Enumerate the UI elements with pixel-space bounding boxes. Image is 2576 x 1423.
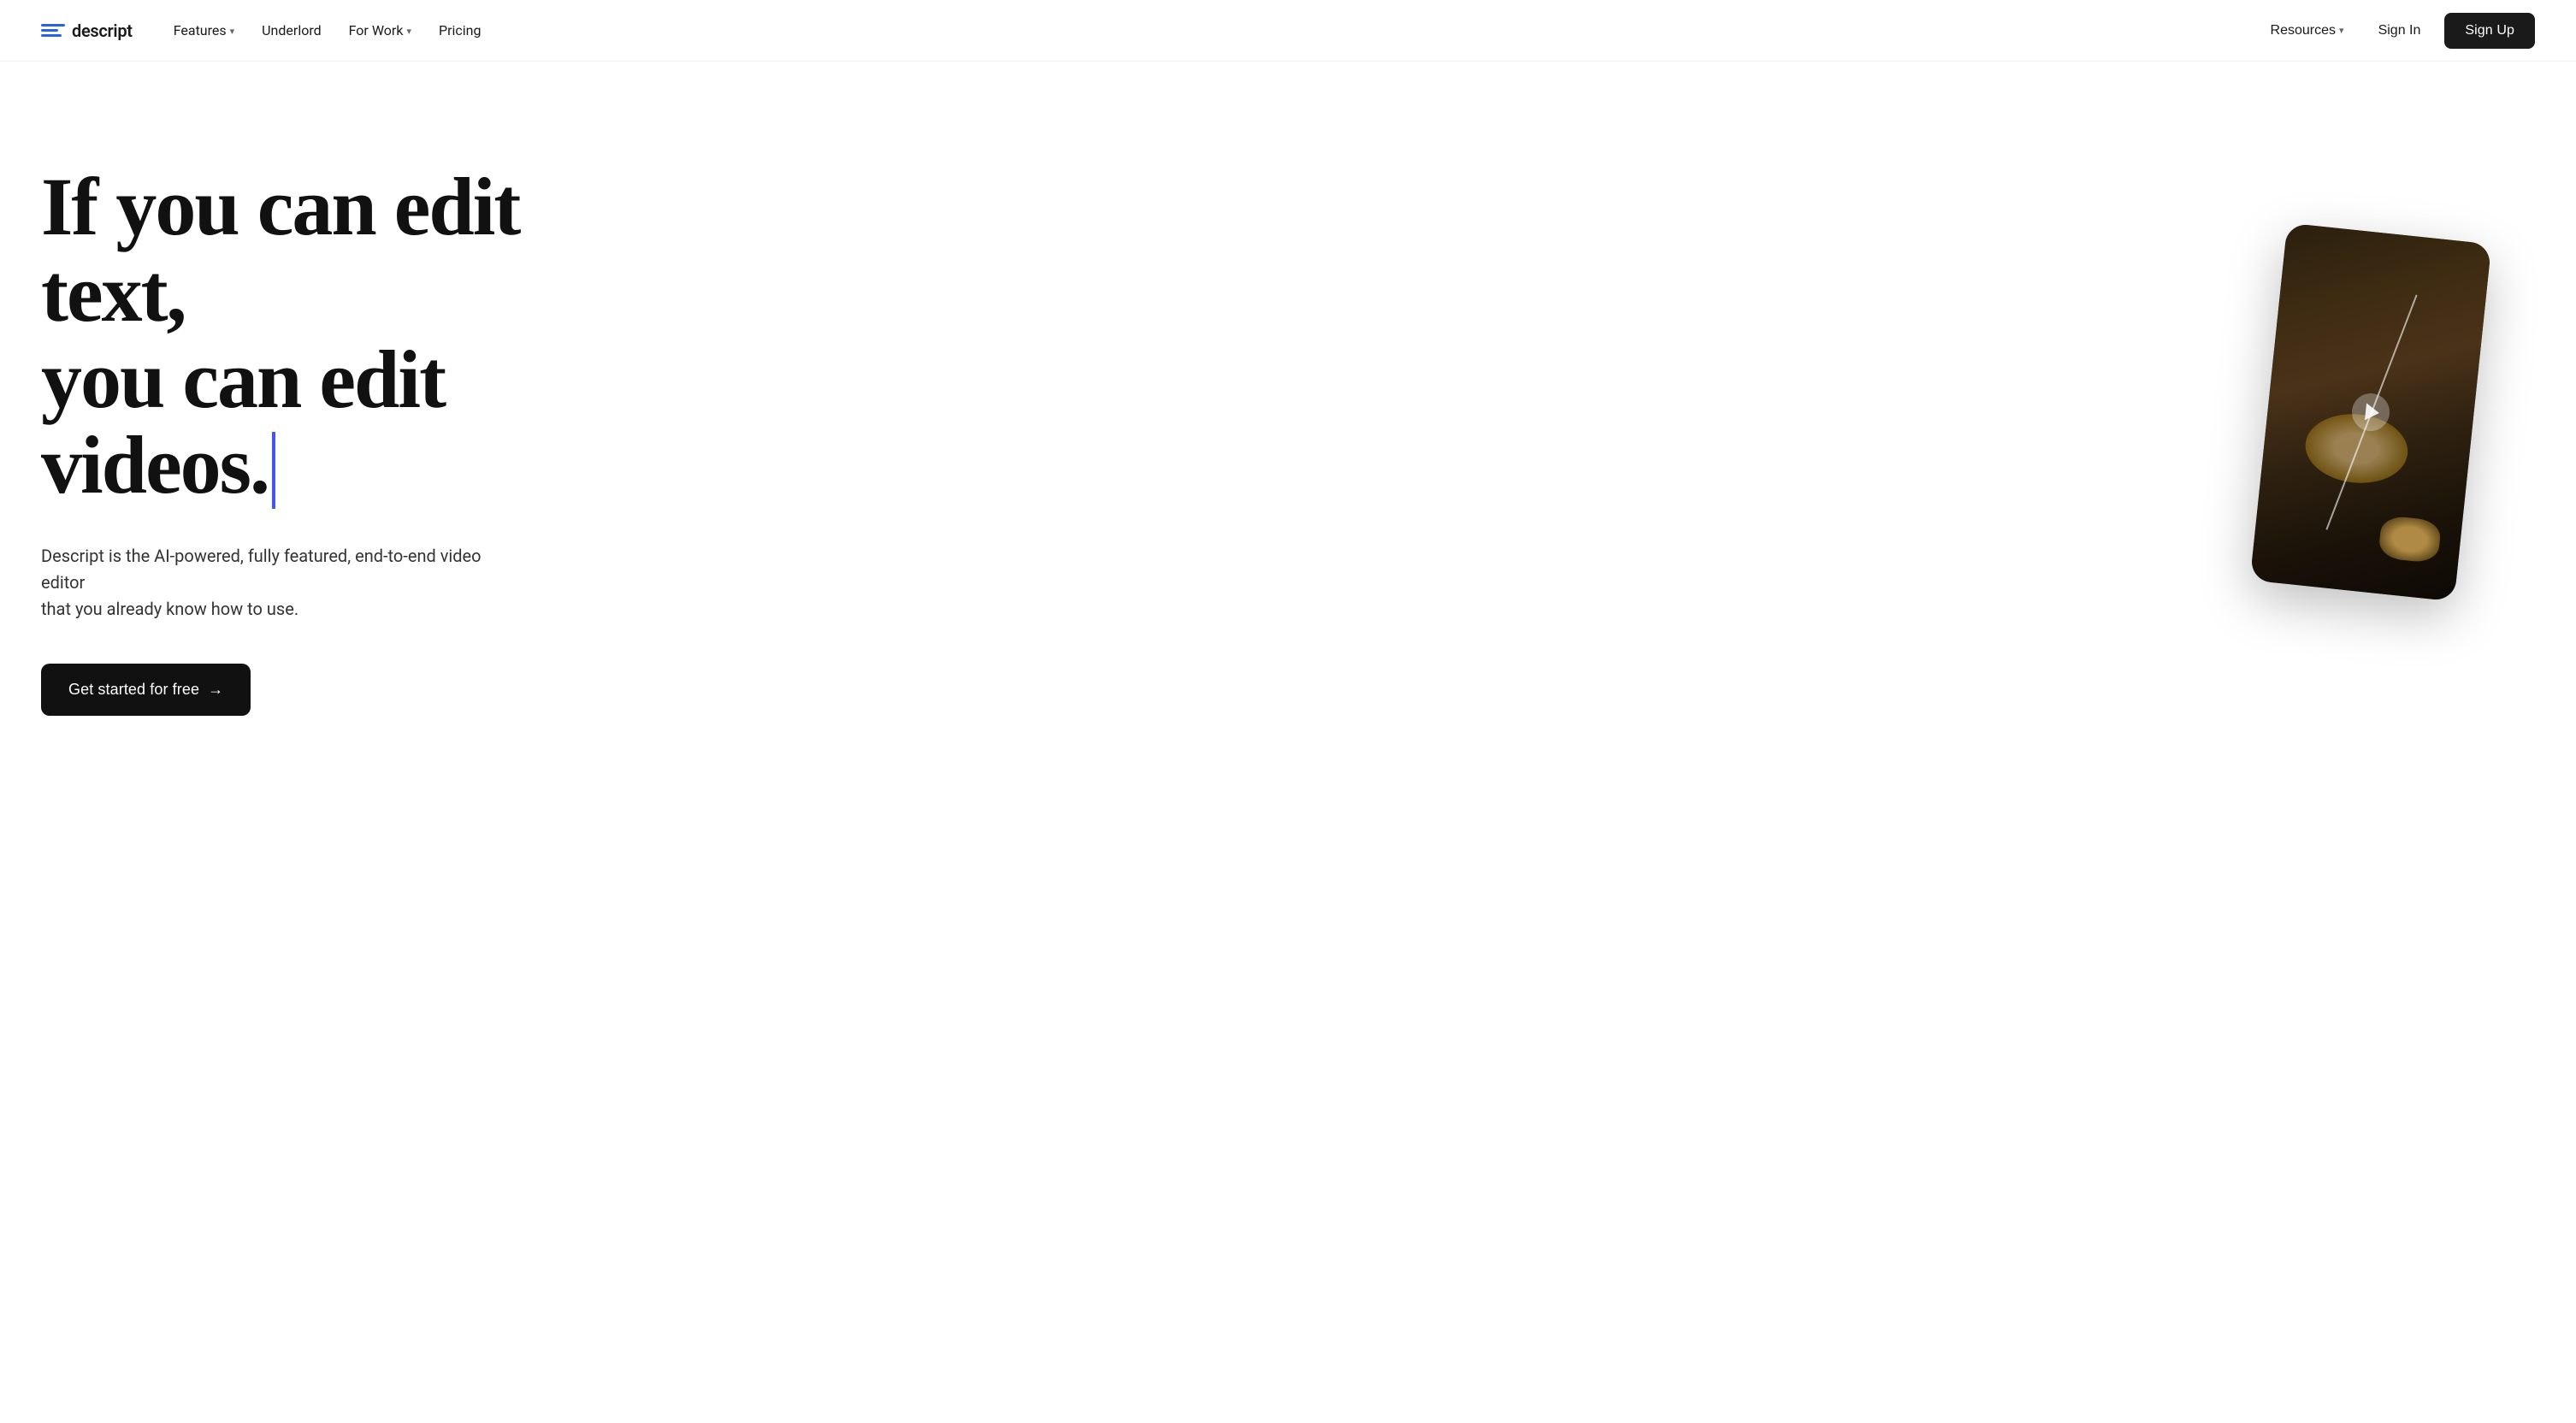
phone-mockup — [2250, 223, 2492, 602]
nav-item-features[interactable]: Features ▾ — [163, 15, 245, 45]
hero-right-visual — [2268, 233, 2508, 592]
hero-section: If you can edit text, you can edit video… — [0, 62, 2576, 1423]
signup-button[interactable]: Sign Up — [2444, 13, 2535, 49]
nav-left: descript Features ▾ Underlord For Work ▾… — [41, 15, 491, 45]
chevron-down-icon: ▾ — [2339, 25, 2344, 36]
nav-right: Resources ▾ Sign In Sign Up — [2260, 13, 2535, 49]
nav-item-for-work[interactable]: For Work ▾ — [339, 15, 422, 45]
logo-text: descript — [72, 21, 133, 41]
nav-item-pricing[interactable]: Pricing — [428, 15, 492, 45]
signin-button[interactable]: Sign In — [2361, 15, 2438, 47]
hero-content: If you can edit text, you can edit video… — [41, 130, 640, 716]
logo-icon — [41, 24, 65, 37]
hero-heading: If you can edit text, you can edit video… — [41, 164, 640, 512]
resources-button[interactable]: Resources ▾ — [2260, 16, 2354, 45]
nav-items: Features ▾ Underlord For Work ▾ Pricing — [163, 15, 492, 45]
phone-screen — [2250, 223, 2492, 602]
chevron-down-icon: ▾ — [406, 26, 411, 37]
arrow-right-icon: → — [208, 681, 223, 699]
navbar: descript Features ▾ Underlord For Work ▾… — [0, 0, 2576, 62]
hero-subtext: Descript is the AI-powered, fully featur… — [41, 543, 503, 623]
nav-item-underlord[interactable]: Underlord — [251, 15, 331, 45]
logo-link[interactable]: descript — [41, 21, 133, 41]
chevron-down-icon: ▾ — [230, 26, 235, 37]
play-button-overlay — [2350, 392, 2391, 433]
cursor-blink — [272, 432, 275, 509]
cta-button[interactable]: Get started for free → — [41, 664, 251, 716]
